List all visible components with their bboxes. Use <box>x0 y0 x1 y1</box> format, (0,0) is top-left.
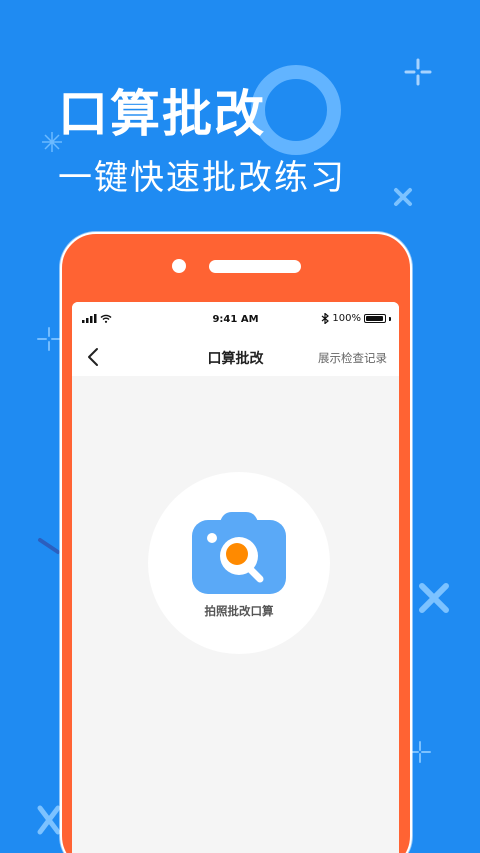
decor-dash <box>36 536 62 556</box>
status-right: 100% <box>321 313 391 324</box>
bluetooth-icon <box>322 313 330 324</box>
decor-plus-icon <box>36 326 62 352</box>
camera-card[interactable]: 拍照批改口算 <box>148 472 330 654</box>
hero-subtitle: 一键快速批改练习 <box>58 158 346 198</box>
camera-label: 拍照批改口算 <box>204 604 274 618</box>
show-records-link[interactable]: 展示检查记录 <box>318 350 387 366</box>
decor-plus-icon <box>402 56 434 88</box>
decor-cross-icon <box>392 186 414 208</box>
hero-title: 口算批改 <box>58 85 266 143</box>
battery-icon <box>364 314 386 323</box>
phone-front-camera <box>172 259 186 273</box>
phone-speaker <box>209 260 301 273</box>
battery-percent: 100% <box>332 313 361 324</box>
decor-cross-icon <box>416 580 452 616</box>
nav-bar: 口算批改 展示检查记录 <box>72 338 399 376</box>
status-bar: 9:41 AM 100% <box>72 302 399 338</box>
camera-icon[interactable] <box>192 508 286 598</box>
battery-cap <box>389 316 391 321</box>
phone-screen: 9:41 AM 100% 口算批改 展示检查记录 拍照批改口算 <box>72 302 399 853</box>
